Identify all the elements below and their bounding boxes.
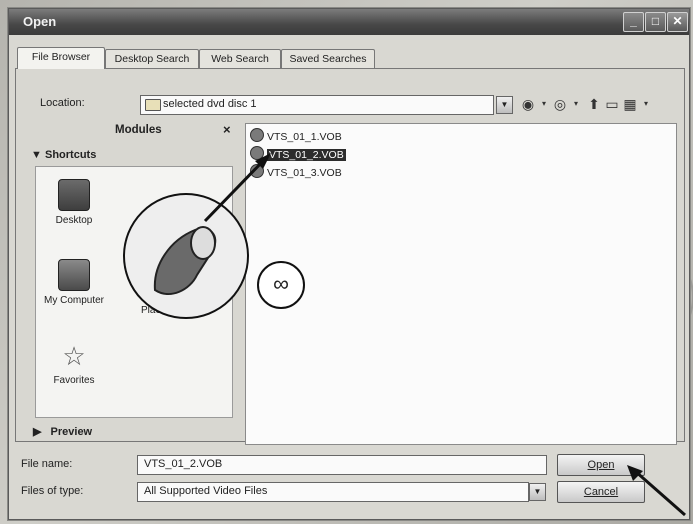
preview-label: Preview <box>50 426 93 438</box>
shortcut-desktop-label: Desktop <box>55 215 93 226</box>
collapse-arrow-icon: ▼ <box>31 149 42 161</box>
open-button-label: Open <box>587 459 615 471</box>
double-click-symbol: ∞ <box>257 261 305 309</box>
file-list[interactable]: VTS_01_1.VOB VTS_01_2.VOB VTS_01_3.VOB <box>245 123 677 445</box>
forward-dropdown-icon[interactable]: ▾ <box>568 96 584 112</box>
shortcut-favorites-label: Favorites <box>53 375 95 386</box>
shortcut-my-computer[interactable]: My Computer <box>38 259 110 306</box>
view-dropdown-icon[interactable]: ▾ <box>638 96 654 112</box>
star-icon: ☆ <box>62 341 86 371</box>
new-folder-icon[interactable]: ▭ <box>604 96 620 112</box>
tab-desktop-search[interactable]: Desktop Search <box>105 49 199 68</box>
location-dropdown-button[interactable]: ▼ <box>496 96 513 114</box>
forward-icon[interactable]: ◎ <box>552 96 568 112</box>
shortcut-favorites[interactable]: ☆ Favorites <box>38 341 110 386</box>
file-name: VTS_01_1.VOB <box>267 131 342 143</box>
disc-file-icon <box>250 128 264 142</box>
close-icon[interactable]: ✕ <box>667 12 688 32</box>
modules-close-icon[interactable]: × <box>223 122 231 137</box>
modules-title: Modules <box>115 124 162 136</box>
modules-header: Modules × <box>27 122 237 140</box>
filetype-select[interactable]: All Supported Video Files <box>137 482 529 502</box>
back-dropdown-icon[interactable]: ▾ <box>536 96 552 112</box>
up-folder-icon[interactable]: ⬆ <box>586 96 602 112</box>
location-value: selected dvd disc 1 <box>163 98 257 110</box>
tab-saved-searches[interactable]: Saved Searches <box>281 49 375 68</box>
expand-arrow-icon: ▶ <box>33 426 42 438</box>
preview-section-header[interactable]: ▶ Preview <box>33 425 92 438</box>
title-bar[interactable]: Open _ □ ✕ <box>9 9 689 35</box>
view-menu-icon[interactable]: ▦ <box>622 96 638 112</box>
shortcuts-label: Shortcuts <box>45 149 97 161</box>
minimize-icon[interactable]: _ <box>623 12 644 32</box>
tab-file-browser[interactable]: File Browser <box>17 47 105 69</box>
location-label: Location: <box>40 97 85 109</box>
file-item[interactable]: VTS_01_1.VOB <box>250 128 342 144</box>
folder-icon <box>145 99 161 111</box>
location-field[interactable]: selected dvd disc 1 <box>140 95 494 115</box>
open-dialog: Open _ □ ✕ File Browser Desktop Search W… <box>8 8 690 520</box>
shortcut-desktop[interactable]: Desktop <box>38 179 110 226</box>
window-title: Open <box>23 14 57 29</box>
shortcut-my-computer-label: My Computer <box>43 295 104 306</box>
filename-label: File name: <box>21 458 73 470</box>
filename-input[interactable]: VTS_01_2.VOB <box>137 455 547 475</box>
pointer-arrow-icon <box>203 153 271 223</box>
pointer-arrow-icon <box>627 465 686 517</box>
filetype-label: Files of type: <box>21 485 84 497</box>
filetype-dropdown-button[interactable]: ▼ <box>529 483 546 501</box>
maximize-icon[interactable]: □ <box>645 12 666 32</box>
back-icon[interactable]: ◉ <box>520 96 536 112</box>
filename-value: VTS_01_2.VOB <box>144 458 223 470</box>
tab-web-search[interactable]: Web Search <box>199 49 281 68</box>
filetype-value: All Supported Video Files <box>144 485 268 497</box>
computer-icon <box>58 259 90 291</box>
desktop-icon <box>58 179 90 211</box>
